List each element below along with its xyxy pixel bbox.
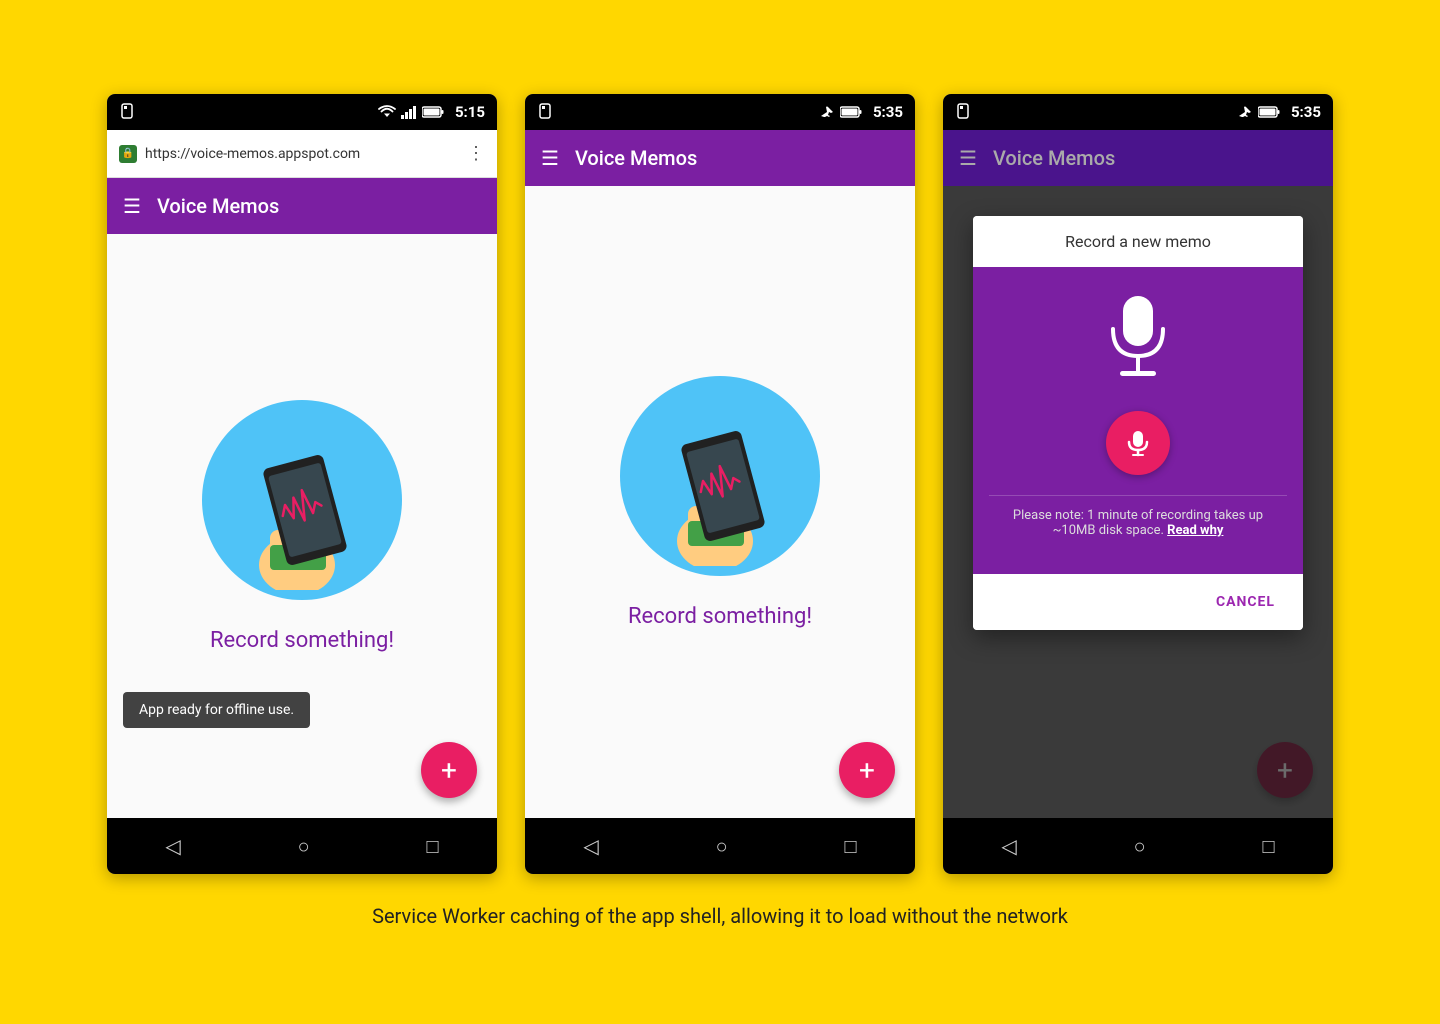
phones-container: 5:15 🔒 https://voice-memos.appspot.com ⋮… xyxy=(107,94,1333,874)
status-bar-3: 5:35 xyxy=(943,94,1333,130)
home-btn-3[interactable]: ○ xyxy=(1134,834,1146,859)
recent-btn-3[interactable]: □ xyxy=(1262,834,1274,859)
hamburger-icon-3: ☰ xyxy=(959,146,977,170)
dialog-footer: CANCEL xyxy=(973,574,1303,630)
caption: Service Worker caching of the app shell,… xyxy=(372,902,1068,930)
lock-icon: 🔒 xyxy=(119,145,137,163)
status-icons-3: 5:35 xyxy=(1237,103,1321,121)
sim-icon-3 xyxy=(955,103,971,123)
recent-btn-1[interactable]: □ xyxy=(426,834,438,859)
toast-1: App ready for offline use. xyxy=(123,692,310,728)
illustration-circle-2 xyxy=(620,376,820,576)
more-options-icon[interactable]: ⋮ xyxy=(467,143,485,164)
app-title-2: Voice Memos xyxy=(575,146,697,170)
status-icons-2: 5:35 xyxy=(819,103,903,121)
nav-bar-1: ◁ ○ □ xyxy=(107,818,497,874)
content-area-3: Record a new memo xyxy=(943,186,1333,818)
status-icons-1: 5:15 xyxy=(378,103,485,121)
dialog-body: Please note: 1 minute of recording takes… xyxy=(973,267,1303,574)
record-button-dialog[interactable] xyxy=(1106,411,1170,475)
illustration-circle-1 xyxy=(202,400,402,600)
home-btn-2[interactable]: ○ xyxy=(716,834,728,859)
sim-icon-1 xyxy=(119,103,135,123)
cancel-button[interactable]: CANCEL xyxy=(1204,586,1287,618)
dialog-note: Please note: 1 minute of recording takes… xyxy=(989,495,1287,550)
battery-icon-3 xyxy=(1258,106,1280,118)
nav-bar-2: ◁ ○ □ xyxy=(525,818,915,874)
record-dialog: Record a new memo xyxy=(973,216,1303,630)
back-btn-1[interactable]: ◁ xyxy=(165,834,180,858)
recent-btn-2[interactable]: □ xyxy=(844,834,856,859)
fab-2[interactable]: + xyxy=(839,742,895,798)
time-2: 5:35 xyxy=(873,103,903,121)
mic-icon-small xyxy=(1124,429,1152,457)
signal-icon-1 xyxy=(401,105,417,119)
hand-phone-svg-2 xyxy=(640,386,800,566)
battery-icon-2 xyxy=(840,106,862,118)
dialog-header: Record a new memo xyxy=(973,216,1303,267)
hamburger-icon-1[interactable]: ☰ xyxy=(123,194,141,218)
dim-overlay: Record a new memo xyxy=(943,186,1333,818)
app-title-1: Voice Memos xyxy=(157,194,279,218)
fab-1[interactable]: + xyxy=(421,742,477,798)
microphone-illustration xyxy=(1098,291,1178,391)
read-why-link[interactable]: Read why xyxy=(1167,523,1223,538)
url-text: https://voice-memos.appspot.com xyxy=(145,146,459,162)
app-title-3: Voice Memos xyxy=(993,146,1115,170)
time-1: 5:15 xyxy=(455,103,485,121)
url-bar[interactable]: 🔒 https://voice-memos.appspot.com ⋮ xyxy=(107,130,497,178)
airplane-icon-2 xyxy=(819,105,835,119)
status-bar-1: 5:15 xyxy=(107,94,497,130)
phone-1: 5:15 🔒 https://voice-memos.appspot.com ⋮… xyxy=(107,94,497,874)
hand-phone-svg-1 xyxy=(222,410,382,590)
back-btn-3[interactable]: ◁ xyxy=(1001,834,1016,858)
app-bar-1: ☰ Voice Memos xyxy=(107,178,497,234)
sim-icon-2 xyxy=(537,103,553,123)
status-bar-2: 5:35 xyxy=(525,94,915,130)
app-bar-3: ☰ Voice Memos xyxy=(943,130,1333,186)
back-btn-2[interactable]: ◁ xyxy=(583,834,598,858)
nav-bar-3: ◁ ○ □ xyxy=(943,818,1333,874)
battery-icon-1 xyxy=(422,106,444,118)
hamburger-icon-2[interactable]: ☰ xyxy=(541,146,559,170)
time-3: 5:35 xyxy=(1291,103,1321,121)
app-bar-2: ☰ Voice Memos xyxy=(525,130,915,186)
dialog-title: Record a new memo xyxy=(1065,232,1211,251)
content-area-1: Record something! App ready for offline … xyxy=(107,234,497,818)
mic-svg xyxy=(1098,291,1178,391)
record-label-1: Record something! xyxy=(210,628,394,653)
phone-2: 5:35 ☰ Voice Memos Re xyxy=(525,94,915,874)
record-label-2: Record something! xyxy=(628,604,812,629)
content-area-2: Record something! + xyxy=(525,186,915,818)
home-btn-1[interactable]: ○ xyxy=(298,834,310,859)
airplane-icon-3 xyxy=(1237,105,1253,119)
phone-3: 5:35 ☰ Voice Memos Record a new memo xyxy=(943,94,1333,874)
wifi-icon-1 xyxy=(378,105,396,119)
